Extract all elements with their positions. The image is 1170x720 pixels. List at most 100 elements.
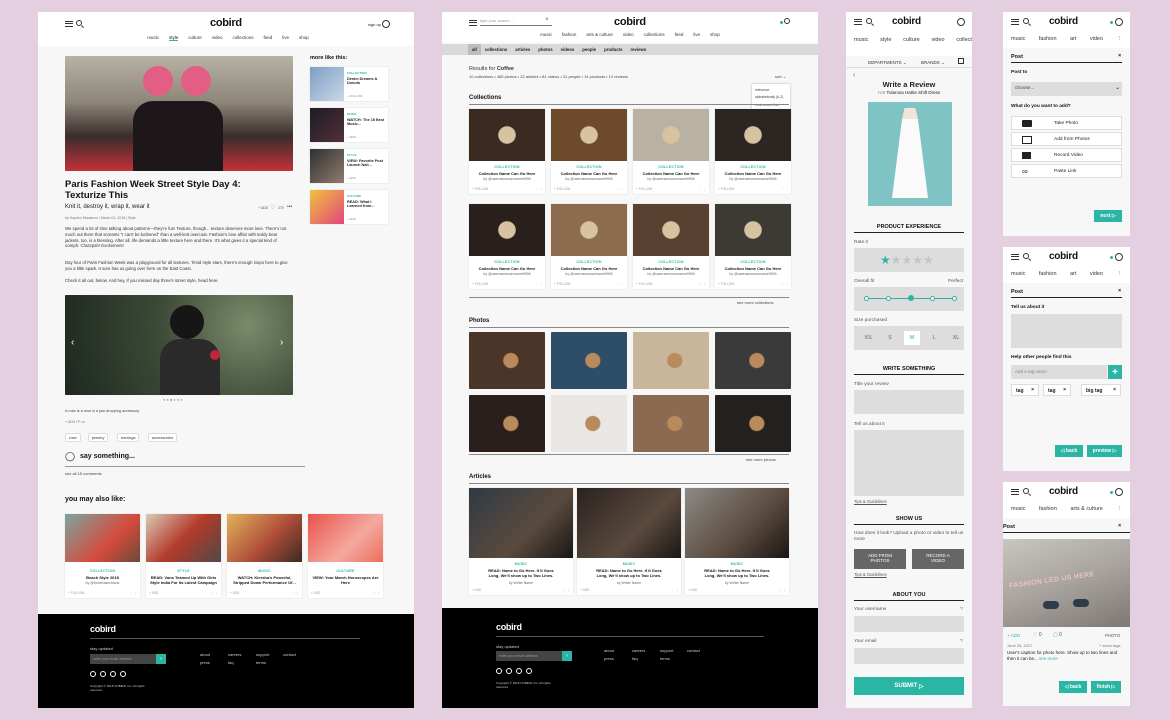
- collection-card[interactable]: COLLECTION Collection Name Can Go Here b…: [551, 109, 627, 194]
- related-card[interactable]: MUSIC WATCH: Kiersha's Powerful, Strippe…: [227, 514, 302, 598]
- review-body-input[interactable]: [854, 430, 964, 496]
- facebook-icon[interactable]: [496, 668, 502, 674]
- email-submit-button[interactable]: ›: [562, 651, 572, 661]
- add-option-add-photos[interactable]: Add from Photos: [1011, 132, 1122, 146]
- menu-icon[interactable]: [1011, 489, 1019, 495]
- heart-icon[interactable]: ♡ ⋮: [211, 591, 218, 595]
- tag-accessories[interactable]: accessories: [148, 433, 178, 442]
- description-input[interactable]: [1011, 314, 1122, 348]
- fit-step[interactable]: [886, 296, 891, 301]
- size-option[interactable]: L: [926, 331, 942, 345]
- post-to-select[interactable]: choose... ⌄: [1011, 82, 1122, 96]
- add-option-take-photo[interactable]: Take Photo: [1011, 116, 1122, 130]
- search-icon[interactable]: [866, 18, 872, 24]
- user-icon[interactable]: [1115, 488, 1123, 496]
- user-icon[interactable]: [1115, 18, 1123, 26]
- email-input[interactable]: enter your email address: [90, 654, 156, 664]
- add-option-paste-link[interactable]: ∞ Paste Link: [1011, 164, 1122, 178]
- title-review-input[interactable]: [854, 390, 964, 414]
- nav-style[interactable]: style: [880, 37, 891, 43]
- sort-option[interactable]: alphabetically (A-Z): [755, 94, 787, 101]
- filter-reviews[interactable]: reviews: [627, 44, 651, 55]
- nav-collections[interactable]: collect: [956, 37, 972, 43]
- footer-link-support[interactable]: support: [256, 652, 269, 657]
- article-card[interactable]: MUSIC READ: Name to Go Here. If It Goes …: [685, 488, 789, 595]
- sidebar-card[interactable]: MUSIC WATCH: The 15 Best Music... + ADD: [310, 108, 388, 142]
- photo-thumbnail[interactable]: [469, 332, 545, 389]
- photo-thumbnail[interactable]: [715, 332, 791, 389]
- heart-icon[interactable]: ♡ ⋮: [292, 591, 299, 595]
- departments-dropdown[interactable]: DEPARTMENTS ⌄: [868, 60, 907, 66]
- fit-step[interactable]: [864, 296, 869, 301]
- follow-button[interactable]: + FOLLOW: [472, 187, 488, 191]
- filter-collections[interactable]: collections: [481, 44, 511, 55]
- footer-link-about[interactable]: about: [604, 648, 614, 653]
- related-card[interactable]: CULTURE VIEW: Your March Horoscopes Are …: [308, 514, 383, 598]
- add-option-record-video[interactable]: Record Video: [1011, 148, 1122, 162]
- footer-link-careers[interactable]: careers: [632, 648, 645, 653]
- user-icon[interactable]: [784, 18, 790, 24]
- follow-button[interactable]: + FOLLOW: [472, 282, 488, 286]
- username-input[interactable]: [854, 616, 964, 632]
- follow-button[interactable]: + FOLLOW: [554, 282, 570, 286]
- add-button[interactable]: + ADD: [347, 135, 356, 139]
- guidelines-link[interactable]: Tips & Guidelines: [854, 499, 887, 504]
- nav-music[interactable]: music: [147, 35, 159, 41]
- next-arrow-icon[interactable]: ›: [280, 337, 283, 348]
- nav-art[interactable]: art: [1070, 271, 1076, 277]
- add-button[interactable]: + ADD: [688, 588, 697, 592]
- finish-button[interactable]: finish ▷: [1091, 681, 1121, 693]
- add-photos-button[interactable]: ADD FROM PHOTOS: [854, 549, 906, 569]
- collection-card[interactable]: COLLECTION Collection Name Can Go Here b…: [633, 109, 709, 194]
- heart-icon[interactable]: ♡ ⋮: [373, 591, 380, 595]
- user-icon[interactable]: [1115, 253, 1123, 261]
- search-input[interactable]: type your search ...: [480, 18, 552, 26]
- logo[interactable]: cobird: [210, 17, 242, 29]
- add-button[interactable]: + ADD: [347, 217, 356, 221]
- heart-icon[interactable]: ♡ ⋮: [535, 282, 542, 286]
- heart-icon[interactable]: ♡ ⋮: [779, 588, 786, 592]
- nav-music[interactable]: music: [1011, 271, 1025, 277]
- see-more-collections-link[interactable]: see more collections: [737, 300, 773, 305]
- footer-link-contact[interactable]: contact: [687, 648, 700, 653]
- heart-icon[interactable]: ♡ ⋮: [617, 187, 624, 191]
- photo-thumbnail[interactable]: [469, 395, 545, 452]
- fit-step[interactable]: [930, 296, 935, 301]
- collection-card[interactable]: COLLECTION Collection Name Can Go Here b…: [715, 204, 791, 289]
- logo[interactable]: cobird: [1049, 486, 1078, 497]
- footer-link-support[interactable]: support: [660, 648, 673, 653]
- clear-search-icon[interactable]: ×: [545, 17, 549, 23]
- footer-link-terms[interactable]: terms: [256, 660, 266, 665]
- size-option[interactable]: XL: [948, 331, 964, 345]
- follow-button[interactable]: + FOLLOW: [636, 282, 652, 286]
- menu-icon[interactable]: [854, 19, 862, 25]
- add-button[interactable]: + ADD: [580, 588, 589, 592]
- add-tag-button[interactable]: +: [1108, 365, 1122, 379]
- tag-input[interactable]: Add a tag name: [1011, 365, 1107, 379]
- collection-card[interactable]: COLLECTION Collection Name Can Go Here b…: [715, 109, 791, 194]
- nav-culture[interactable]: culture: [188, 35, 202, 41]
- size-option[interactable]: S: [882, 331, 898, 345]
- facebook-icon[interactable]: [90, 671, 96, 677]
- sidebar-card[interactable]: CULTURE READ: What I Learned from... + A…: [310, 190, 388, 224]
- logo[interactable]: cobird: [892, 16, 921, 27]
- menu-icon[interactable]: [1011, 254, 1019, 260]
- tag-chip[interactable]: big tag ×: [1081, 384, 1121, 396]
- filter-photos[interactable]: photos: [534, 44, 556, 55]
- nav-collections[interactable]: collections: [644, 32, 665, 37]
- help-icon[interactable]: ?: [960, 639, 963, 644]
- add-button[interactable]: + ADD: [347, 176, 356, 180]
- heart-icon[interactable]: ♡ ⋮: [617, 282, 624, 286]
- footer-link-press[interactable]: press: [200, 660, 210, 665]
- size-selector[interactable]: XS S M L XL: [854, 326, 964, 350]
- nav-live[interactable]: live: [693, 32, 700, 37]
- follow-button[interactable]: + FOLLOW: [718, 187, 734, 191]
- submit-button[interactable]: SUBMIT ▷: [854, 677, 964, 695]
- twitter-icon[interactable]: [100, 671, 106, 677]
- email-submit-button[interactable]: ›: [156, 654, 166, 664]
- heart-icon[interactable]: ♡ ⋮: [671, 588, 678, 592]
- nav-music[interactable]: music: [540, 32, 552, 37]
- search-icon[interactable]: [1023, 253, 1029, 259]
- menu-icon[interactable]: [65, 21, 73, 27]
- star-icon[interactable]: ★: [880, 253, 891, 267]
